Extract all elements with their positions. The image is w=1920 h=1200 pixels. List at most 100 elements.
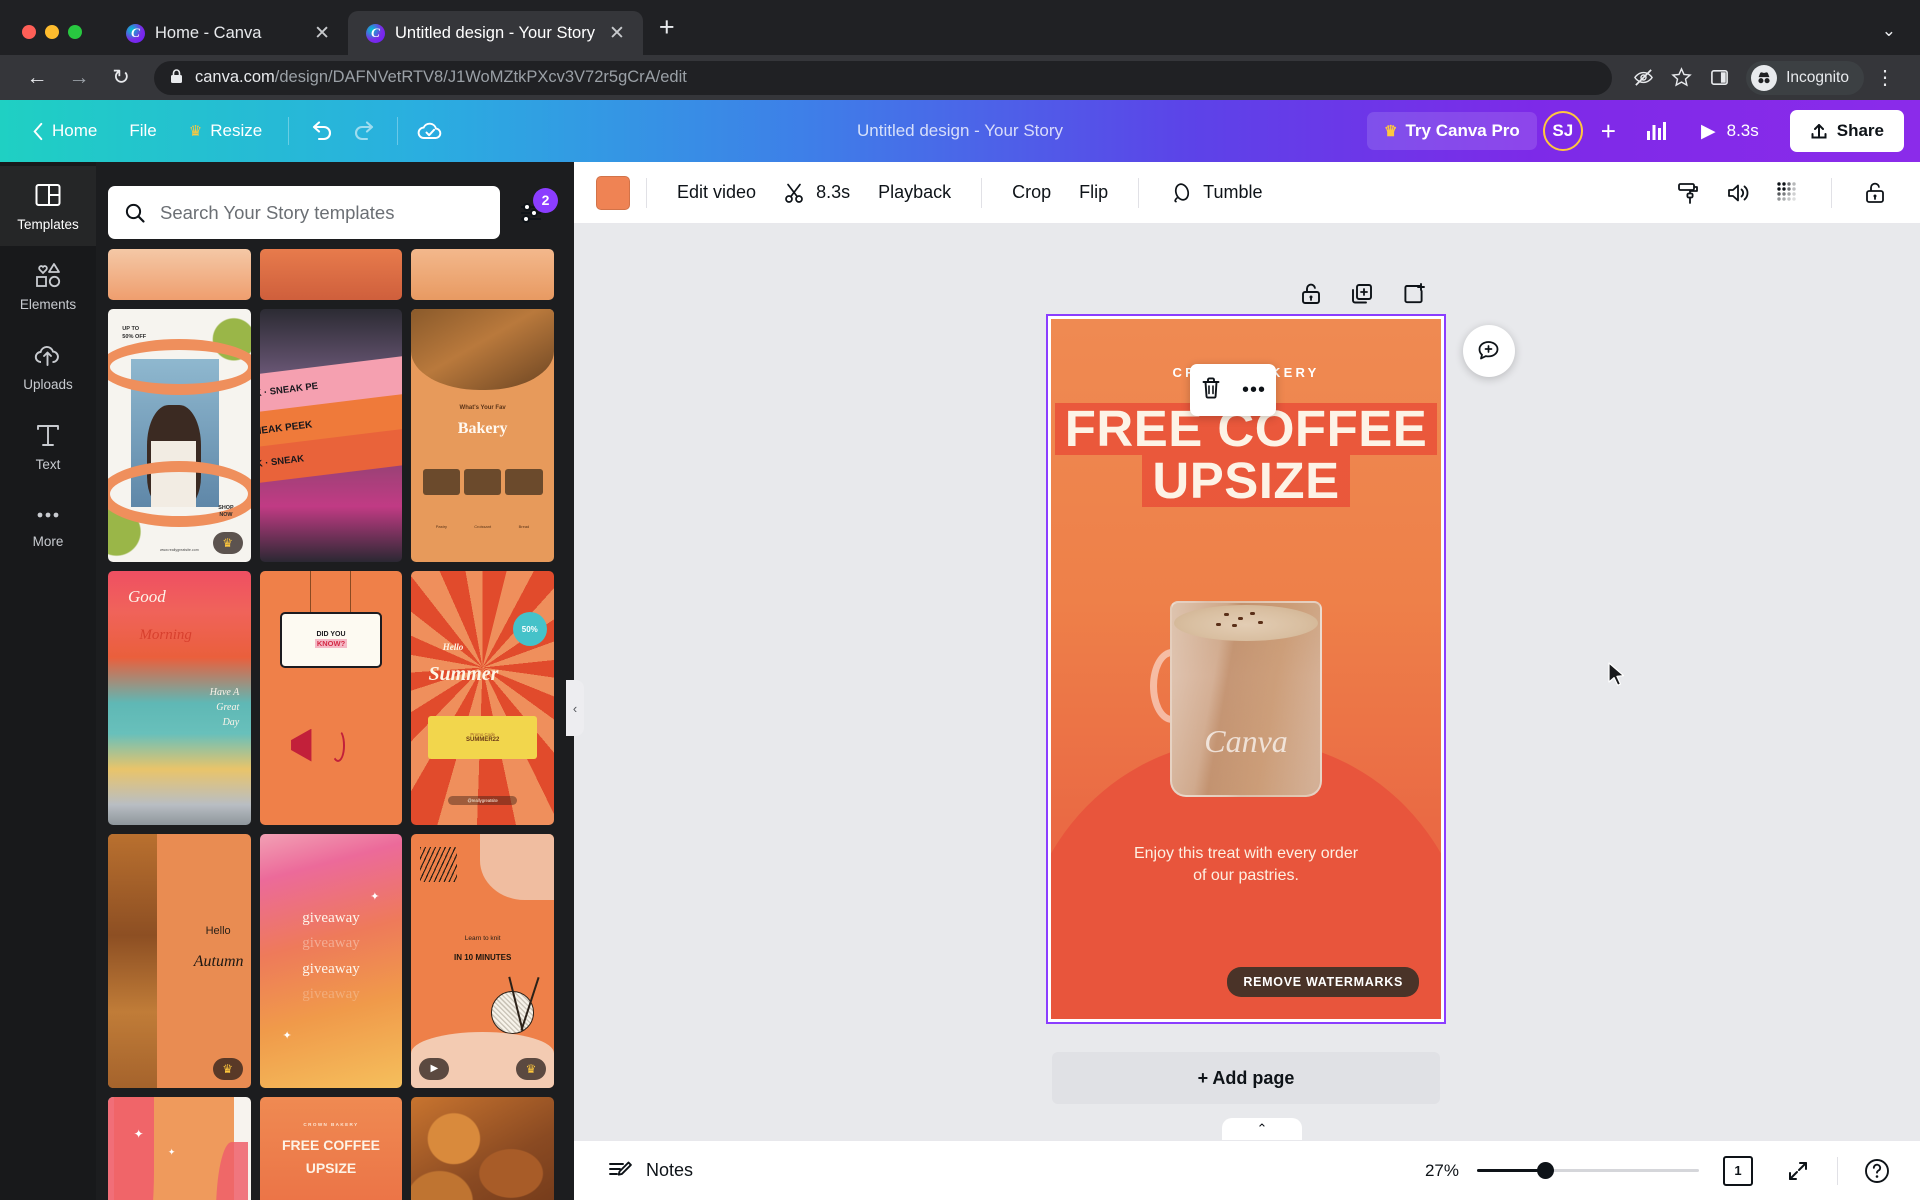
trim-duration-button[interactable]: 8.3s	[770, 173, 864, 213]
trash-icon[interactable]	[1200, 376, 1222, 405]
sidebar-item-more[interactable]: More	[0, 486, 96, 566]
list-item[interactable]: CROWN BAKERY FREE COFFEE UPSIZE	[259, 1096, 403, 1200]
browser-tab-home[interactable]: C Home - Canva ✕	[108, 11, 348, 55]
collapse-panel-button[interactable]: ‹	[566, 680, 584, 736]
edit-video-label: Edit video	[677, 182, 757, 202]
list-item[interactable]: Hello September!	[411, 1096, 554, 1200]
template-text: giveaway	[302, 960, 360, 977]
list-item[interactable]: 50% Hello Summer Promo Code SUMMER22 @re…	[411, 571, 554, 825]
list-item[interactable]: Good Morning Have A Great Day	[108, 571, 251, 825]
flip-button[interactable]: Flip	[1065, 173, 1122, 212]
file-menu-button[interactable]: File	[113, 112, 172, 150]
new-tab-button[interactable]: +	[643, 12, 691, 55]
resize-button[interactable]: ♛ Resize	[173, 112, 278, 150]
address-bar[interactable]: canva.com/design/DAFNVetRTV8/J1WoMZtkPXc…	[154, 60, 1613, 95]
template-text: Good	[127, 586, 166, 606]
home-button[interactable]: Home	[16, 112, 113, 150]
minimize-window-button[interactable]	[45, 25, 59, 39]
list-item[interactable]	[108, 249, 251, 300]
add-comment-icon[interactable]	[1463, 325, 1515, 377]
avatar[interactable]: SJ	[1542, 111, 1583, 151]
preview-play-button[interactable]: ▶ 8.3s	[1684, 111, 1776, 152]
side-panel-icon[interactable]	[1702, 61, 1736, 95]
add-page-button[interactable]: + Add page	[1052, 1052, 1440, 1104]
template-text: IN 10 MINUTES	[453, 953, 512, 963]
help-icon[interactable]	[1856, 1150, 1898, 1192]
add-collaborator-button[interactable]: +	[1589, 116, 1628, 147]
back-icon[interactable]: ←	[18, 59, 56, 97]
maximize-window-button[interactable]	[68, 25, 82, 39]
list-item[interactable]	[411, 249, 554, 300]
profile-incognito-button[interactable]: Incognito	[1746, 60, 1864, 95]
reload-icon[interactable]: ↻	[102, 59, 140, 97]
bar-chart-icon[interactable]	[1634, 111, 1678, 151]
list-item[interactable]: K · SNEAK PE SNEAK PEEK EK · SNEAK	[259, 308, 403, 563]
left-rail: Templates Elements Uploads Text More	[0, 162, 96, 1200]
page-count-button[interactable]: 1	[1717, 1150, 1759, 1192]
edit-video-button[interactable]: Edit video	[663, 173, 770, 212]
collapse-timeline-button[interactable]: ⌃	[1222, 1118, 1302, 1140]
sidebar-item-elements[interactable]: Elements	[0, 246, 96, 326]
list-item[interactable]: Hello Autumn ♛	[108, 833, 251, 1088]
template-text: KNOW?	[314, 639, 348, 649]
list-item[interactable]: What's Your Fav Bakery Pastry Croissant …	[411, 308, 554, 563]
browser-menu-icon[interactable]: ⋮	[1868, 61, 1902, 95]
template-text: FREE COFFEE	[281, 1137, 380, 1154]
share-button[interactable]: Share	[1789, 110, 1904, 152]
forward-icon[interactable]: →	[60, 59, 98, 97]
lock-icon[interactable]	[1852, 172, 1898, 214]
undo-icon[interactable]	[299, 111, 343, 151]
search-input[interactable]: Search Your Story templates	[108, 186, 500, 239]
browser-tab-design[interactable]: C Untitled design - Your Story ✕	[348, 11, 643, 55]
design-page[interactable]: CROWN BAKERY FREE COFFEE UPSIZE Canva En…	[1046, 314, 1446, 1024]
template-text: Pastry	[435, 524, 448, 530]
page-count-label: 1	[1723, 1152, 1757, 1186]
template-text: Learn to knit	[464, 935, 501, 943]
chevron-down-icon[interactable]: ⌄	[1882, 21, 1920, 55]
zoom-percent: 27%	[1424, 1160, 1459, 1180]
cloud-saved-icon[interactable]	[408, 111, 452, 151]
filter-button[interactable]: 2	[510, 187, 558, 234]
sidebar-item-label: Templates	[17, 217, 79, 232]
template-text: 50%	[512, 611, 547, 647]
sidebar-item-templates[interactable]: Templates	[0, 166, 96, 246]
remove-watermarks-button[interactable]: REMOVE WATERMARKS	[1227, 967, 1419, 997]
paint-roller-icon[interactable]	[1665, 172, 1711, 214]
notes-button[interactable]: Notes	[596, 1151, 705, 1191]
list-item[interactable]: ✦ ✦ ✦ SUMMER SALE UP TO 30% OFF	[108, 1096, 251, 1200]
transparency-icon[interactable]	[1765, 172, 1811, 214]
star-icon[interactable]	[1664, 61, 1698, 95]
close-window-button[interactable]	[22, 25, 36, 39]
more-options-icon[interactable]: •••	[1242, 379, 1266, 402]
eye-off-icon[interactable]	[1626, 61, 1660, 95]
close-icon[interactable]: ✕	[310, 24, 334, 43]
list-item[interactable]: giveaway giveaway giveaway giveaway ✦ ✦	[259, 833, 403, 1088]
tumble-button[interactable]: Tumble	[1155, 172, 1276, 214]
crop-button[interactable]: Crop	[998, 173, 1065, 212]
duplicate-page-icon[interactable]	[1350, 282, 1374, 311]
list-item[interactable]: DID YOU KNOW?	[259, 571, 403, 825]
sidebar-item-uploads[interactable]: Uploads	[0, 326, 96, 406]
incognito-icon	[1751, 64, 1778, 91]
add-page-icon[interactable]	[1402, 282, 1426, 311]
sidebar-item-text[interactable]: Text	[0, 406, 96, 486]
try-canva-pro-button[interactable]: ♛ Try Canva Pro	[1367, 112, 1537, 150]
sidebar-item-label: Uploads	[23, 377, 73, 392]
fullscreen-icon[interactable]	[1777, 1150, 1819, 1192]
play-icon: ▶	[1700, 120, 1716, 142]
window-controls[interactable]	[0, 25, 82, 55]
profile-label: Incognito	[1786, 68, 1849, 86]
zoom-slider[interactable]	[1477, 1161, 1699, 1181]
slider-knob[interactable]	[1537, 1162, 1554, 1179]
lock-icon[interactable]	[1300, 282, 1322, 311]
divider	[288, 117, 290, 145]
playback-button[interactable]: Playback	[864, 173, 965, 212]
list-item[interactable]: Learn to knit IN 10 MINUTES ▶ ♛	[411, 833, 554, 1088]
close-icon[interactable]: ✕	[605, 24, 629, 43]
list-item[interactable]	[259, 249, 403, 300]
volume-icon[interactable]	[1715, 172, 1761, 214]
header-right-group: ♛ Try Canva Pro SJ + ▶ 8.3s Share	[1367, 110, 1904, 152]
color-swatch-button[interactable]	[596, 175, 630, 210]
list-item[interactable]: UP TO 50% OFF SHOP NOW www.reallygreatsite…	[108, 308, 251, 563]
redo-icon[interactable]	[343, 111, 387, 151]
